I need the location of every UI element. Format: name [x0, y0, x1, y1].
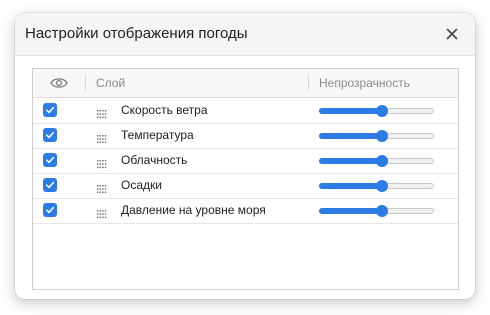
- layer-name: Скорость ветра: [121, 103, 208, 117]
- table-row: Температура: [33, 123, 458, 149]
- header-separator: [308, 75, 309, 91]
- slider-fill: [319, 158, 382, 164]
- layers-table: Слой Непрозрачность Скорость ветра Темпер…: [32, 68, 459, 290]
- slider-fill: [319, 108, 382, 114]
- slider-fill: [319, 208, 382, 214]
- table-row: Облачность: [33, 148, 458, 174]
- close-icon: [446, 28, 458, 40]
- opacity-slider[interactable]: [319, 130, 434, 142]
- drag-handle-icon[interactable]: [97, 156, 107, 169]
- drag-handle-icon[interactable]: [97, 206, 107, 219]
- drag-handle-icon[interactable]: [97, 131, 107, 144]
- header-layer: Слой: [96, 76, 126, 90]
- opacity-slider[interactable]: [319, 205, 434, 217]
- header-opacity: Непрозрачность: [319, 76, 410, 90]
- checkmark-icon: [46, 131, 55, 139]
- opacity-slider[interactable]: [319, 155, 434, 167]
- dialog-titlebar: Настройки отображения погоды: [15, 13, 475, 56]
- checkmark-icon: [46, 106, 55, 114]
- slider-thumb[interactable]: [376, 205, 388, 217]
- slider-fill: [319, 183, 382, 189]
- visibility-checkbox[interactable]: [43, 203, 57, 217]
- visibility-checkbox[interactable]: [43, 103, 57, 117]
- weather-display-settings-dialog: Настройки отображения погоды Слой Непроз…: [15, 13, 475, 299]
- slider-thumb[interactable]: [376, 155, 388, 167]
- table-row: Осадки: [33, 173, 458, 199]
- table-row: Давление на уровне моря: [33, 198, 458, 224]
- slider-thumb[interactable]: [376, 180, 388, 192]
- checkmark-icon: [46, 156, 55, 164]
- drag-handle-icon[interactable]: [97, 181, 107, 194]
- table-header: Слой Непрозрачность: [33, 69, 458, 98]
- close-button[interactable]: [441, 23, 463, 45]
- header-separator: [85, 75, 86, 91]
- visibility-checkbox[interactable]: [43, 178, 57, 192]
- layer-name: Облачность: [121, 153, 188, 167]
- opacity-slider[interactable]: [319, 105, 434, 117]
- opacity-slider[interactable]: [319, 180, 434, 192]
- layer-name: Осадки: [121, 178, 162, 192]
- visibility-checkbox[interactable]: [43, 128, 57, 142]
- layer-name: Давление на уровне моря: [121, 203, 266, 217]
- checkmark-icon: [46, 206, 55, 214]
- drag-handle-icon[interactable]: [97, 106, 107, 119]
- slider-fill: [319, 133, 382, 139]
- slider-thumb[interactable]: [376, 130, 388, 142]
- table-row: Скорость ветра: [33, 98, 458, 124]
- slider-thumb[interactable]: [376, 105, 388, 117]
- layer-name: Температура: [121, 128, 194, 142]
- eye-icon: [50, 78, 68, 88]
- visibility-checkbox[interactable]: [43, 153, 57, 167]
- checkmark-icon: [46, 181, 55, 189]
- dialog-title: Настройки отображения погоды: [25, 25, 248, 42]
